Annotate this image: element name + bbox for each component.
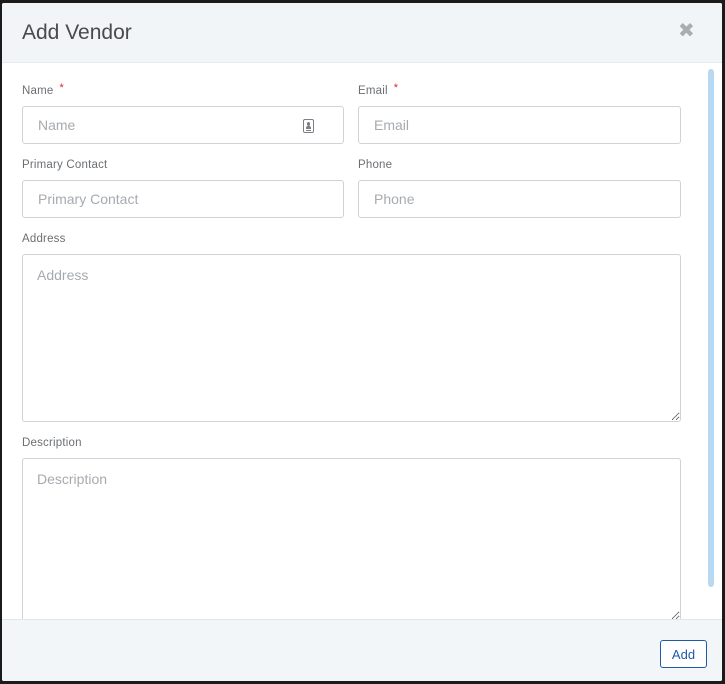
add-button[interactable]: Add <box>660 640 707 668</box>
scrollbar[interactable] <box>708 69 716 587</box>
description-label: Description <box>22 437 82 449</box>
modal-body: Name * Email * Primary Contact Phone Addre… <box>2 63 722 619</box>
email-required-mark: * <box>393 82 399 94</box>
name-label: Name * <box>22 82 64 97</box>
email-input[interactable] <box>358 106 681 144</box>
modal-title: Add Vendor <box>22 21 132 44</box>
email-label-text: Email <box>358 85 388 97</box>
scrollbar-thumb[interactable] <box>708 69 714 587</box>
modal-footer: Add <box>2 619 722 681</box>
description-textarea[interactable] <box>22 458 681 619</box>
name-input[interactable] <box>22 106 344 144</box>
primary-contact-label: Primary Contact <box>22 159 108 171</box>
modal-header: Add Vendor ✖ <box>2 3 722 63</box>
name-label-text: Name <box>22 85 54 97</box>
close-icon[interactable]: ✖ <box>678 21 695 41</box>
add-vendor-modal: Add Vendor ✖ Name * Email * Primary Contac… <box>2 3 722 681</box>
name-required-mark: * <box>59 82 64 94</box>
address-label: Address <box>22 233 66 245</box>
phone-label: Phone <box>358 159 393 171</box>
phone-input[interactable] <box>358 180 681 218</box>
contact-card-icon <box>303 119 314 133</box>
address-textarea[interactable] <box>22 254 681 422</box>
primary-contact-input[interactable] <box>22 180 344 218</box>
email-label: Email * <box>358 82 399 97</box>
